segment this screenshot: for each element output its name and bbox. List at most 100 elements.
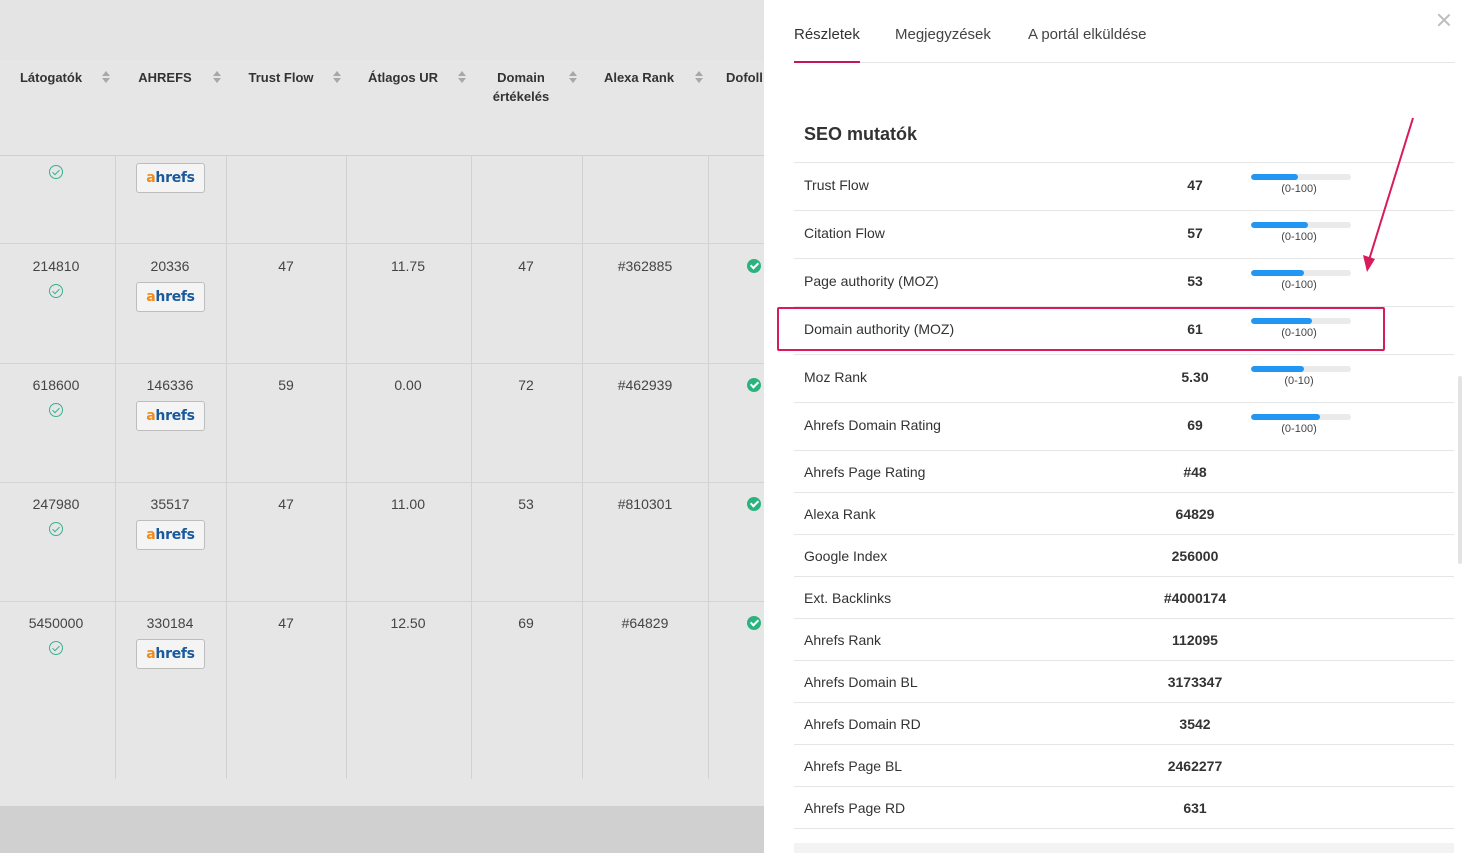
metric-range: (0-100)	[1281, 231, 1317, 243]
dofollow-check-icon	[747, 497, 761, 511]
cell-domain-rating: 47	[518, 258, 534, 274]
highlight-box	[777, 307, 1385, 351]
cell-avg-ur: 12.50	[390, 615, 426, 631]
dofollow-check-icon	[747, 259, 761, 273]
sort-icon[interactable]	[569, 71, 577, 85]
column-divider	[471, 156, 472, 779]
cell-trust-flow: 59	[278, 377, 294, 393]
cell-avg-ur: 11.75	[391, 258, 425, 274]
drawer-footer	[794, 843, 1454, 853]
metric-value: 57	[1187, 225, 1203, 241]
metric-row: Moz Rank 5.30 (0-10)	[794, 355, 1454, 403]
cell-domain-rating: 72	[518, 377, 534, 393]
metric-label: Ahrefs Domain BL	[804, 674, 918, 690]
column-header-trust-flow[interactable]: Trust Flow	[245, 68, 317, 87]
sort-icon[interactable]	[213, 71, 221, 85]
cell-alexa-rank: #462939	[617, 377, 673, 393]
metric-label: Ext. Backlinks	[804, 590, 892, 606]
table-header: Látogatók AHREFS Trust Flow Átlagos UR D…	[0, 60, 764, 156]
close-icon[interactable]	[1436, 12, 1452, 28]
column-divider	[226, 156, 227, 779]
cell-visitors: 247980	[32, 496, 80, 512]
sort-icon[interactable]	[695, 71, 703, 85]
cell-visitors: 214810	[32, 258, 80, 274]
metric-progress-fill	[1251, 414, 1320, 420]
metric-progress-fill	[1251, 222, 1308, 228]
metric-value: 631	[1183, 800, 1207, 816]
tab-details[interactable]: Részletek	[794, 26, 860, 43]
metric-label: Page authority (MOZ)	[804, 273, 939, 289]
scrollbar[interactable]	[1458, 376, 1462, 564]
sort-icon[interactable]	[333, 71, 341, 85]
drawer-tabs: Részletek Megjegyzések A portál elküldés…	[794, 0, 1455, 63]
check-circle-icon	[49, 165, 63, 179]
metric-value: 47	[1187, 177, 1203, 193]
metric-row: Ahrefs Domain RD 3542	[794, 703, 1454, 745]
cell-visitors: 618600	[32, 377, 80, 393]
column-divider	[708, 156, 709, 779]
metric-progress-fill	[1251, 270, 1304, 276]
section-title: SEO mutatók	[804, 124, 918, 144]
cell-alexa-rank: #810301	[617, 496, 673, 512]
background-page: Látogatók AHREFS Trust Flow Átlagos UR D…	[0, 0, 764, 853]
ahrefs-button[interactable]: ahrefs	[136, 639, 205, 669]
metric-row: Ahrefs Rank 112095	[794, 619, 1454, 661]
metric-row: Alexa Rank 64829	[794, 493, 1454, 535]
column-divider	[115, 156, 116, 779]
metric-range: (0-10)	[1284, 375, 1314, 387]
metric-value: 3173347	[1167, 674, 1223, 690]
column-header-domain-rating[interactable]: Domain értékelés	[486, 68, 556, 106]
metric-row: Ahrefs Domain BL 3173347	[794, 661, 1454, 703]
column-header-alexa-rank[interactable]: Alexa Rank	[600, 68, 678, 87]
cell-trust-flow: 47	[278, 258, 294, 274]
column-divider	[346, 156, 347, 779]
cell-trust-flow: 47	[278, 496, 294, 512]
check-circle-icon	[49, 284, 63, 298]
cell-domain-rating: 69	[518, 615, 534, 631]
column-header-ahrefs[interactable]: AHREFS	[135, 68, 195, 87]
metric-range: (0-100)	[1281, 279, 1317, 291]
check-circle-icon	[49, 403, 63, 417]
background-footer	[0, 806, 764, 853]
metric-label: Moz Rank	[804, 369, 868, 385]
tab-submit-portal[interactable]: A portál elküldése	[1028, 26, 1146, 43]
metric-row: Ext. Backlinks #4000174	[794, 577, 1454, 619]
background-toolbar	[0, 0, 764, 61]
cell-ahrefs: 330184	[146, 615, 194, 631]
ahrefs-button[interactable]: ahrefs	[136, 163, 205, 193]
metric-label: Citation Flow	[804, 225, 885, 241]
cell-alexa-rank: #362885	[617, 258, 673, 274]
cell-domain-rating: 53	[518, 496, 534, 512]
column-header-dofollow[interactable]: Dofoll	[726, 68, 764, 87]
cell-avg-ur: 11.00	[391, 496, 425, 512]
ahrefs-button[interactable]: ahrefs	[136, 401, 205, 431]
metric-label: Ahrefs Page BL	[804, 758, 903, 774]
column-header-avg-ur[interactable]: Átlagos UR	[366, 68, 440, 87]
metric-value: 2462277	[1167, 758, 1223, 774]
metric-label: Ahrefs Page RD	[804, 800, 906, 816]
metric-label: Trust Flow	[804, 177, 869, 193]
column-header-visitors[interactable]: Látogatók	[18, 68, 84, 87]
ahrefs-button[interactable]: ahrefs	[136, 282, 205, 312]
metric-range: (0-100)	[1281, 423, 1317, 435]
metric-progress-bar	[1251, 174, 1351, 180]
metric-value: #4000174	[1163, 590, 1227, 606]
column-header-domain-rating-line2: értékelés	[492, 89, 550, 104]
metric-row: Google Index 256000	[794, 535, 1454, 577]
cell-alexa-rank: #64829	[621, 615, 669, 631]
metric-value: 3542	[1179, 716, 1211, 732]
metric-value: 5.30	[1181, 369, 1209, 385]
check-circle-icon	[49, 641, 63, 655]
sort-icon[interactable]	[458, 71, 466, 85]
tab-notes[interactable]: Megjegyzések	[895, 26, 991, 43]
column-divider	[582, 156, 583, 779]
sort-icon[interactable]	[102, 71, 110, 85]
metric-label: Ahrefs Domain RD	[804, 716, 921, 732]
column-header-domain-rating-line1: Domain	[497, 70, 545, 85]
metric-progress-bar	[1251, 270, 1351, 276]
metric-row: Ahrefs Page BL 2462277	[794, 745, 1454, 787]
metric-value: 53	[1187, 273, 1203, 289]
ahrefs-button[interactable]: ahrefs	[136, 520, 205, 550]
metric-label: Ahrefs Domain Rating	[804, 417, 941, 433]
metric-progress-bar	[1251, 222, 1351, 228]
